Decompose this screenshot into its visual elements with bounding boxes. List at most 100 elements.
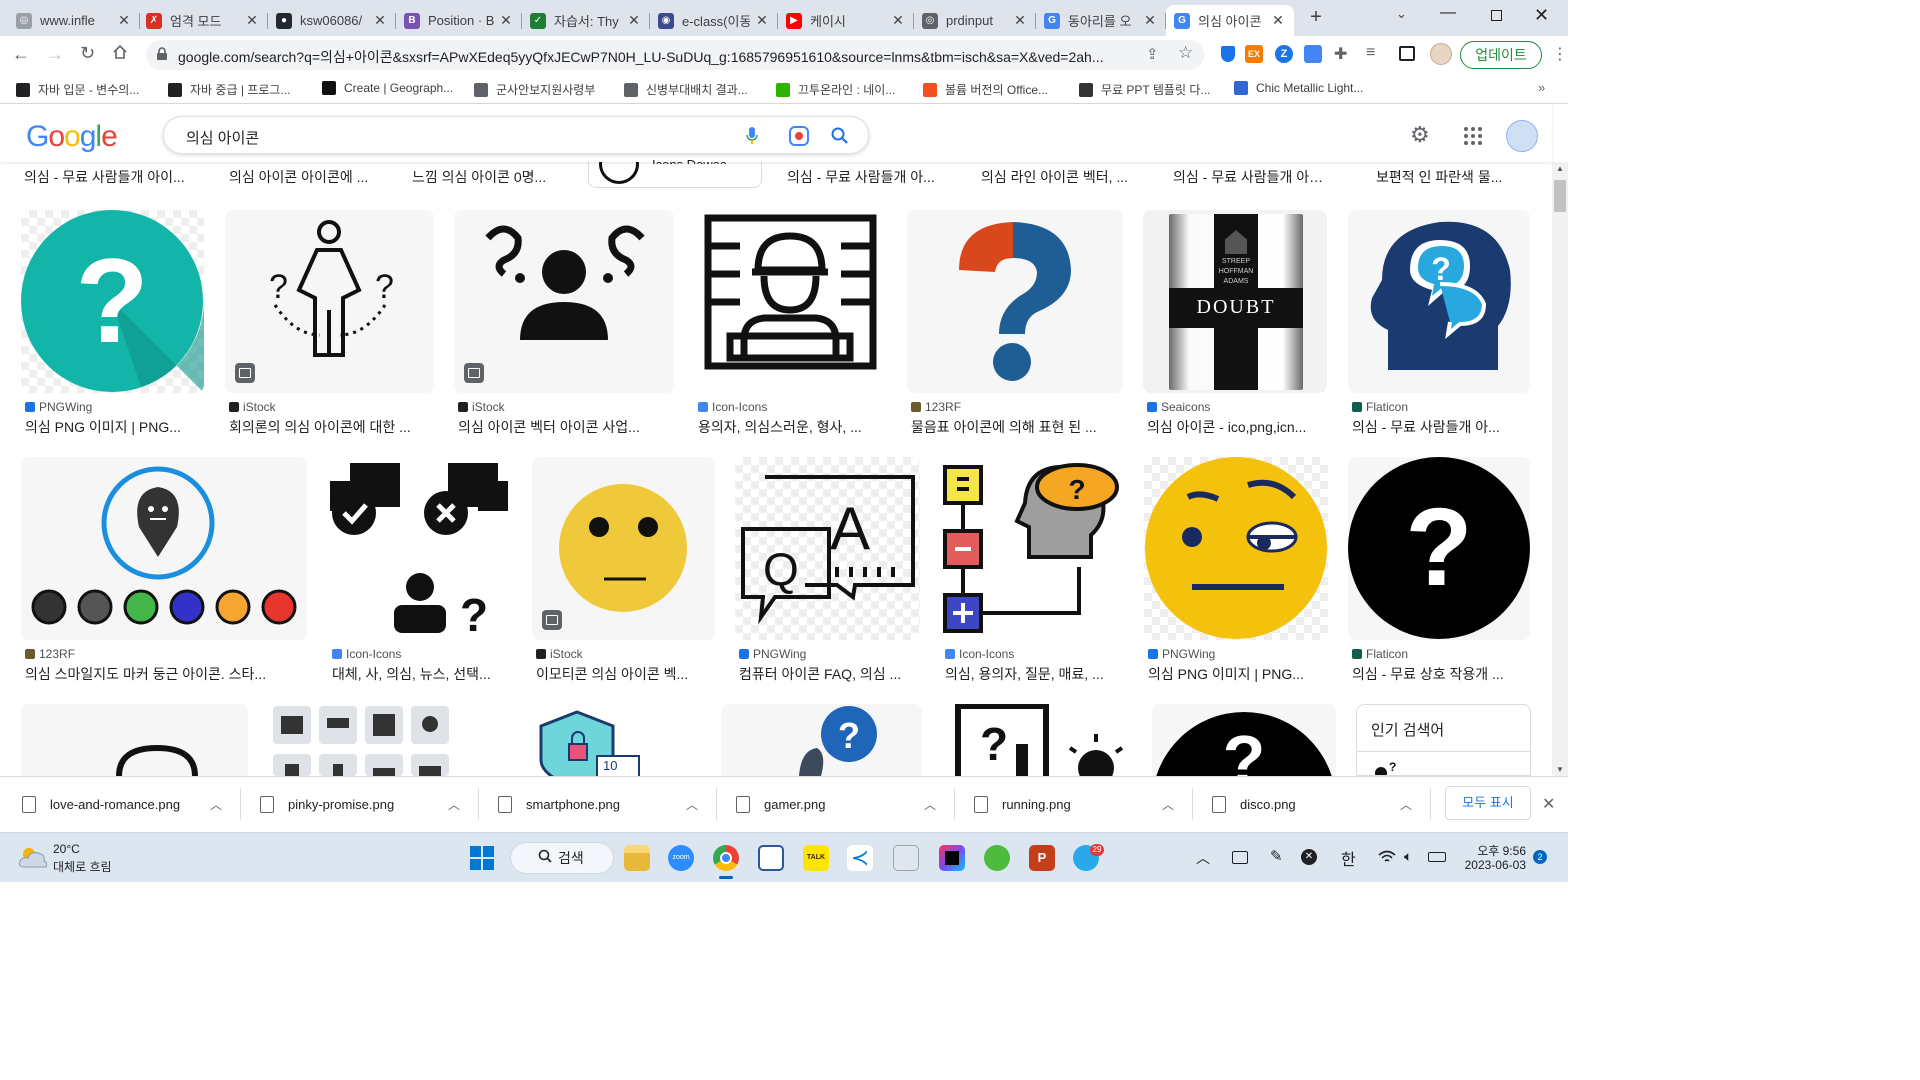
start-button-icon[interactable] (470, 846, 494, 870)
tab-5[interactable]: ◉ e-class(이동 ✕ (650, 5, 778, 36)
bookmark-item[interactable]: 끄투온라인 : 네이... (776, 81, 895, 98)
bookmark-item[interactable]: 무료 PPT 템플릿 다... (1079, 81, 1210, 98)
tab-2[interactable]: ● ksw06086/ ✕ (268, 5, 396, 36)
image-result-head-question[interactable]: ? (1348, 210, 1530, 393)
recycle-app-icon[interactable] (893, 845, 919, 871)
tray-close-circle-icon[interactable]: ✕ (1301, 849, 1317, 865)
volume-icon[interactable]: 🔈︎ (1404, 848, 1412, 865)
popular-search-thumb[interactable]: ? (1369, 760, 1399, 775)
notepad-icon[interactable] (758, 845, 784, 871)
result-title[interactable]: 의심 PNG 이미지 | PNG... (25, 417, 208, 437)
result-title[interactable]: 의심 - 무료 사람들개 아이... (1173, 167, 1333, 187)
extensions-puzzle-icon[interactable]: ✚ (1334, 44, 1347, 64)
weather-cloud-icon[interactable] (18, 845, 48, 874)
tab-1[interactable]: ✗ 엄격 모드 ✕ (138, 5, 268, 36)
result-title[interactable]: 의심 아이콘 벡터 아이콘 사업... (458, 417, 674, 437)
download-item[interactable]: pinky-promise.png ︿ (260, 776, 490, 832)
google-apps-icon[interactable] (1463, 126, 1483, 146)
image-result-news-choice[interactable]: ? (328, 457, 511, 640)
tab-close-icon[interactable]: ✕ (498, 12, 514, 29)
tab-close-icon[interactable]: ✕ (754, 12, 770, 29)
chrome-taskbar-icon[interactable] (713, 845, 739, 871)
scroll-up-arrow[interactable]: ▲ (1556, 164, 1564, 173)
reload-icon[interactable]: ↻ (80, 43, 95, 64)
battery-icon[interactable] (1428, 852, 1446, 862)
extension-shield-icon[interactable] (1221, 46, 1235, 62)
tab-close-icon[interactable]: ✕ (1142, 12, 1158, 29)
tab-3[interactable]: B Position · B ✕ (396, 5, 522, 36)
download-menu-chevron-icon[interactable]: ︿ (1400, 796, 1412, 813)
settings-gear-icon[interactable]: ⚙ (1410, 122, 1430, 148)
tab-close-icon[interactable]: ✕ (626, 12, 642, 29)
image-result-qa-bubbles[interactable]: QA (735, 457, 920, 640)
translate-icon[interactable] (1304, 45, 1322, 63)
result-title[interactable]: 보편적 인 파란색 물... (1376, 167, 1526, 187)
image-result-row3-4[interactable]: ? (721, 704, 922, 776)
bookmark-item[interactable]: Chic Metallic Light... (1234, 81, 1363, 95)
image-result-teal-question[interactable]: ? (21, 210, 204, 393)
search-input[interactable]: 의심 아이콘 (186, 127, 259, 148)
image-result-businessman-doubt[interactable] (454, 210, 674, 393)
result-title[interactable]: 의심 - 무료 상호 작용개 ... (1352, 664, 1530, 684)
image-result-row3-1[interactable] (21, 704, 248, 776)
tab-6[interactable]: ▶ 케이시 ✕ (778, 5, 914, 36)
result-source[interactable]: iStock (536, 647, 583, 661)
result-source[interactable]: 123RF (25, 647, 75, 661)
scroll-down-arrow[interactable]: ▼ (1556, 765, 1564, 774)
download-menu-chevron-icon[interactable]: ︿ (448, 796, 460, 813)
tab-close-icon[interactable]: ✕ (1270, 12, 1286, 29)
search-submit-icon[interactable] (831, 127, 849, 150)
result-source[interactable]: PNGWing (1148, 647, 1215, 661)
result-source[interactable]: Flaticon (1352, 400, 1408, 414)
bookmark-item[interactable]: 자바 중급 | 프로그... (168, 81, 290, 98)
share-icon[interactable]: ⇪ (1146, 45, 1159, 63)
google-logo[interactable]: Google (26, 120, 118, 154)
url-text[interactable]: google.com/search?q=의심+아이콘&sxsrf=APwXEde… (178, 47, 1138, 67)
image-result-yellow-emoticon[interactable] (532, 457, 715, 640)
ime-indicator[interactable]: 한 (1341, 846, 1356, 870)
image-result-row3-5[interactable]: ? (942, 704, 1132, 776)
download-item[interactable]: gamer.png ︿ (736, 776, 966, 832)
show-all-downloads-button[interactable]: 모두 표시 (1445, 786, 1531, 820)
bookmark-item[interactable]: 볼륨 버전의 Office... (923, 81, 1048, 98)
tray-overflow-icon[interactable]: ︿ (1196, 848, 1210, 868)
tab-search-icon[interactable]: ⌄ (1396, 6, 1407, 22)
naver-whale-icon[interactable] (984, 845, 1010, 871)
result-title[interactable]: 물음표 아이콘에 의해 표현 된 ... (911, 417, 1123, 437)
powerpoint-icon[interactable]: P (1029, 845, 1055, 871)
result-title[interactable]: 의심 아이콘 - ico,png,icn... (1147, 417, 1327, 437)
minimize-button[interactable]: — (1440, 4, 1460, 24)
image-result-row3-2[interactable] (269, 704, 452, 776)
tab-7[interactable]: ◎ prdinput ✕ (914, 5, 1036, 36)
lens-search-icon[interactable] (789, 126, 809, 146)
forward-icon[interactable]: → (46, 44, 64, 65)
page-scrollbar[interactable]: ▲ ▼ (1552, 162, 1568, 776)
result-source[interactable]: Icon-Icons (945, 647, 1014, 661)
download-menu-chevron-icon[interactable]: ︿ (924, 796, 936, 813)
result-source[interactable]: iStock (229, 400, 276, 414)
tray-pen-icon[interactable]: ✎ (1270, 847, 1283, 865)
notification-count-badge[interactable]: 2 (1533, 850, 1547, 864)
bookmark-star-icon[interactable]: ☆ (1178, 43, 1193, 63)
result-title[interactable]: 의심, 용의자, 질문, 매료, ... (945, 664, 1124, 684)
tab-0[interactable]: ◎ www.infle ✕ (8, 5, 140, 36)
tab-4[interactable]: ✓ 자습서: Thy ✕ (522, 5, 650, 36)
download-menu-chevron-icon[interactable]: ︿ (1162, 796, 1174, 813)
image-result-black-question[interactable]: ? (1348, 457, 1530, 640)
result-source[interactable]: PNGWing (25, 400, 92, 414)
reading-list-icon[interactable]: ≡ (1366, 44, 1375, 62)
tray-window-icon[interactable] (1232, 851, 1248, 864)
result-title[interactable]: 대체, 사, 의심, 뉴스, 선택... (332, 664, 511, 684)
image-result-map-marker-smileys[interactable] (21, 457, 307, 640)
voice-search-icon[interactable] (746, 127, 758, 150)
scrollbar-thumb[interactable] (1554, 180, 1566, 212)
bookmarks-overflow-icon[interactable]: » (1538, 80, 1545, 95)
side-panel-icon[interactable] (1399, 46, 1415, 61)
chrome-menu-icon[interactable]: ⋮ (1552, 44, 1568, 64)
result-title[interactable]: 의심 - 무료 사람들개 아... (787, 167, 947, 187)
result-source[interactable]: 123RF (911, 400, 961, 414)
vscode-icon[interactable]: ≺ (847, 845, 873, 871)
result-title[interactable]: 의심 라인 아이콘 벡터, ... (981, 167, 1141, 187)
popular-searches-card[interactable]: 인기 검색어 ? (1356, 704, 1531, 776)
bookmark-item[interactable]: 군사안보지원사령부 (474, 81, 595, 98)
